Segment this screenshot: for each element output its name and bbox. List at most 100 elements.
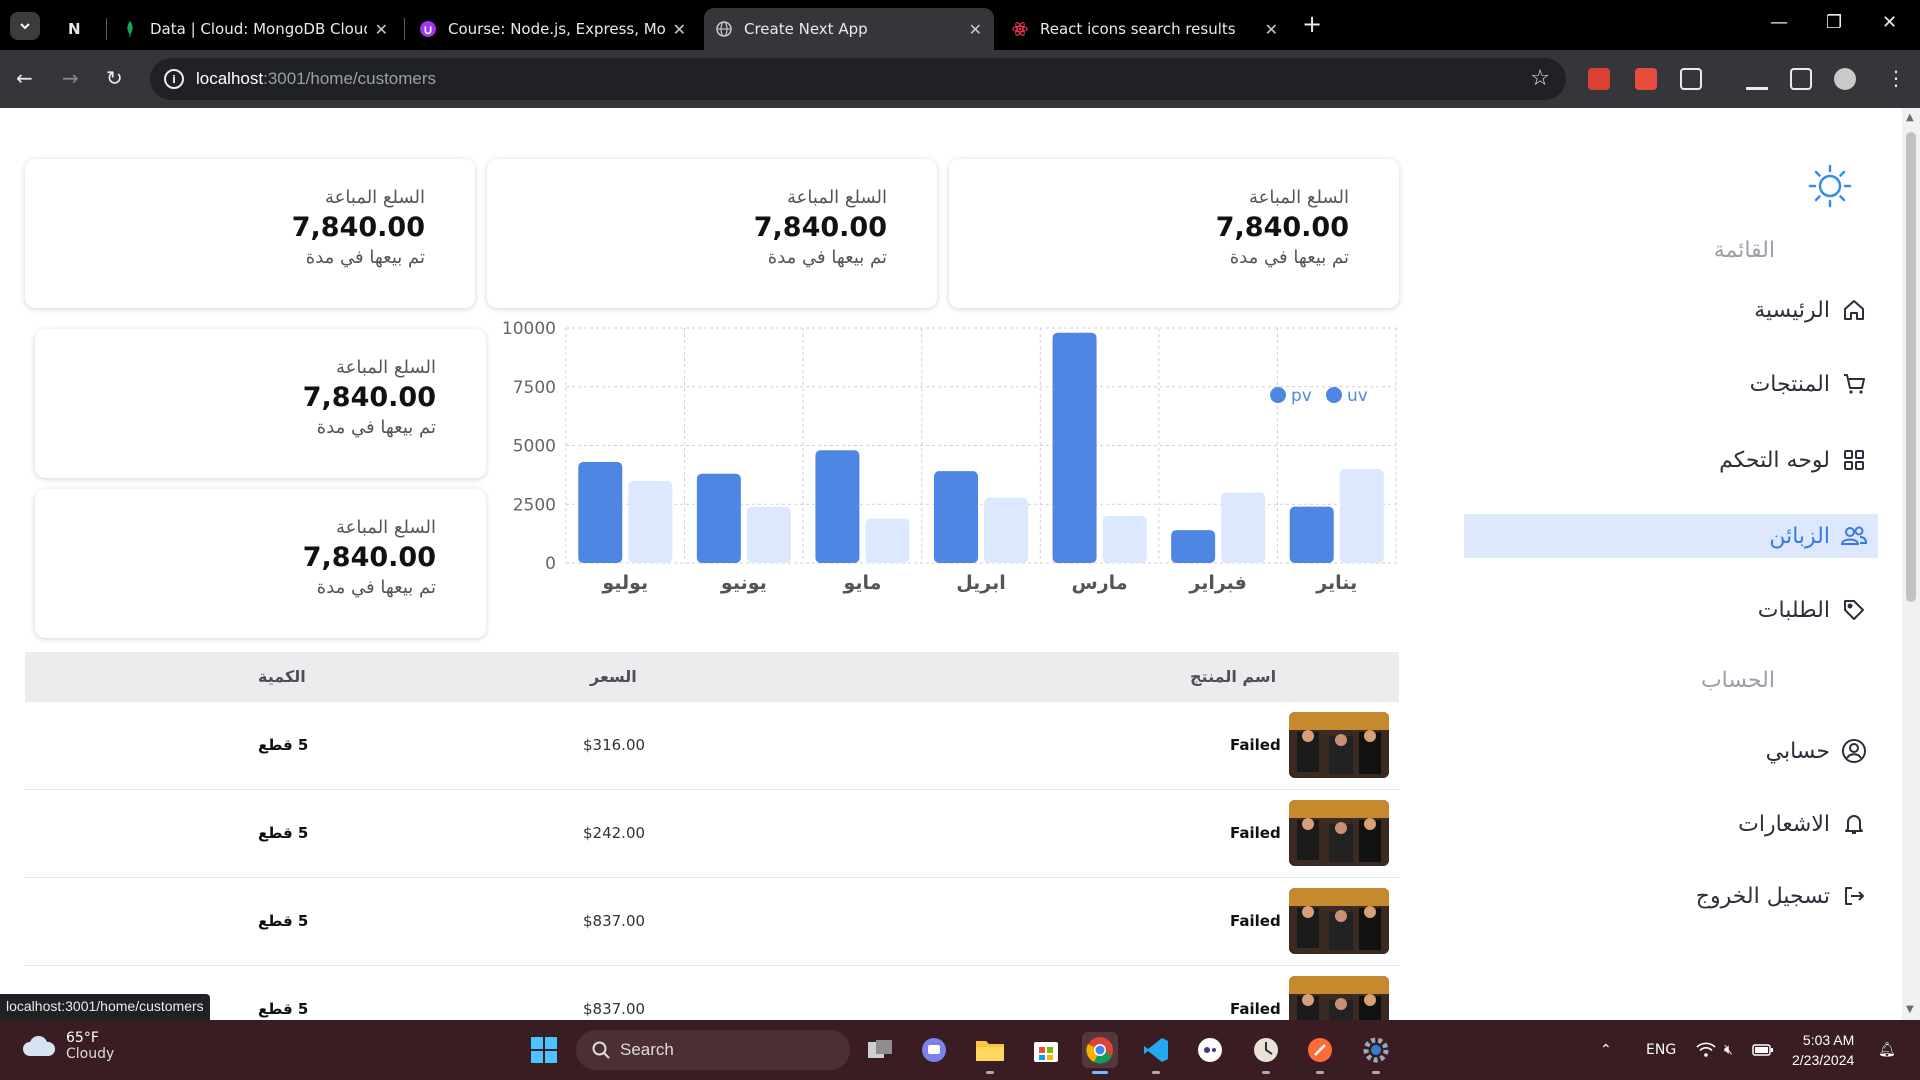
bar-uv <box>1339 469 1384 563</box>
sidebar-item-orders[interactable]: الطلبات <box>1464 588 1878 632</box>
bar-uv <box>628 480 673 563</box>
page-scrollbar[interactable]: ▲ ▼ <box>1902 108 1920 1020</box>
bar-uv <box>984 497 1028 563</box>
sidebar-item-logout[interactable]: تسجيل الخروج <box>1464 874 1878 918</box>
y-tick-label: 10000 <box>502 320 556 339</box>
vscode-icon[interactable] <box>1138 1032 1174 1074</box>
tab-title: Course: Node.js, Express, Mong <box>448 20 665 38</box>
tab-create-next-app[interactable]: Create Next App ✕ <box>704 8 994 50</box>
forward-icon[interactable]: → <box>62 66 79 90</box>
product-qty: 5 قطع <box>258 824 309 842</box>
table-row[interactable]: Failed $242.00 5 قطع <box>25 790 1399 878</box>
close-icon[interactable]: ✕ <box>969 20 982 39</box>
tab-mongodb[interactable]: Data | Cloud: MongoDB Cloud ✕ <box>110 8 400 50</box>
media-control-icon[interactable] <box>1746 68 1768 90</box>
tab-react-icons[interactable]: React icons search results ✕ <box>1000 8 1290 50</box>
reload-icon[interactable]: ↻ <box>106 66 123 90</box>
sidebar-item-my-account[interactable]: حسابي <box>1464 729 1878 773</box>
sidebar-item-home[interactable]: الرئيسية <box>1464 288 1878 332</box>
column-header-name: اسم المنتج <box>1190 667 1277 686</box>
menu-kebab-icon[interactable]: ⋮ <box>1886 66 1906 90</box>
notification-bell-icon[interactable]: 🔔︎ <box>1878 1020 1896 1080</box>
table-row[interactable]: Failed $837.00 5 قطع <box>25 966 1399 1020</box>
close-window-icon[interactable]: ✕ <box>1882 12 1897 33</box>
sidebar-item-customers[interactable]: الزبائن <box>1464 514 1878 558</box>
teams-chat-icon[interactable] <box>916 1032 952 1068</box>
windows-logo-icon <box>531 1037 557 1063</box>
new-tab-button[interactable]: + <box>1302 12 1322 36</box>
clock-app-icon[interactable] <box>1248 1032 1284 1074</box>
scroll-up-icon[interactable]: ▲ <box>1906 112 1914 123</box>
wifi-icon[interactable] <box>1696 1020 1716 1080</box>
legend-label: pv <box>1291 386 1312 406</box>
app-circle-icon[interactable] <box>1192 1032 1228 1068</box>
bar-uv <box>1221 492 1266 563</box>
stat-value: 7,840.00 <box>302 542 436 573</box>
profile-avatar[interactable] <box>1834 68 1856 90</box>
menu-heading: القائمة <box>1713 238 1775 263</box>
weather-widget[interactable]: 65°F Cloudy <box>22 1030 114 1062</box>
system-clock[interactable]: 5:03 AM 2/23/2024 <box>1792 1030 1854 1070</box>
clock-time: 5:03 AM <box>1802 1032 1855 1048</box>
tab-udemy[interactable]: Course: Node.js, Express, Mong ✕ <box>408 8 698 50</box>
url-text[interactable]: localhost:3001/home/customers <box>196 69 436 89</box>
product-qty: 5 قطع <box>258 1000 309 1018</box>
stat-card: السلع المباعة 7,840.00 تم بيعها في مدة <box>35 489 486 638</box>
mongodb-leaf-icon <box>122 21 138 37</box>
volume-muted-icon[interactable]: 🔇︎ <box>1724 1020 1733 1080</box>
sidebar-item-label: حسابي <box>1765 738 1830 764</box>
running-indicator <box>986 1071 994 1074</box>
tab-search-button[interactable] <box>10 12 40 40</box>
restore-icon[interactable]: ❐ <box>1826 12 1842 33</box>
table-row[interactable]: Failed $316.00 5 قطع <box>25 702 1399 790</box>
back-icon[interactable]: ← <box>16 66 33 90</box>
side-panel-icon[interactable] <box>1790 68 1812 90</box>
stat-card: السلع المباعة 7,840.00 تم بيعها في مدة <box>487 159 937 308</box>
task-view-icon[interactable] <box>862 1032 898 1068</box>
site-info-icon[interactable]: i <box>164 69 184 89</box>
settings-gear-icon[interactable] <box>1358 1032 1394 1074</box>
legend-label: uv <box>1347 386 1368 406</box>
stat-value: 7,840.00 <box>753 212 887 243</box>
stat-subtext: تم بيعها في مدة <box>305 247 425 268</box>
file-explorer-icon[interactable] <box>972 1032 1008 1074</box>
bar-uv <box>865 518 910 563</box>
bell-icon <box>1840 810 1868 838</box>
bookmark-star-icon[interactable]: ☆ <box>1530 66 1550 91</box>
table-row[interactable]: Failed $837.00 5 قطع <box>25 878 1399 966</box>
language-indicator[interactable]: ENG <box>1646 1020 1676 1080</box>
taskbar-search[interactable]: Search <box>576 1030 850 1070</box>
tray-overflow-icon[interactable]: ⌃ <box>1600 1020 1612 1080</box>
address-bar[interactable]: i localhost:3001/home/customers ☆ <box>150 58 1566 100</box>
close-icon[interactable]: ✕ <box>375 20 388 39</box>
battery-icon[interactable] <box>1752 1020 1774 1080</box>
tab-notion[interactable]: N <box>56 8 106 50</box>
bar-pv <box>815 450 860 563</box>
close-icon[interactable]: ✕ <box>673 20 686 39</box>
sidebar-item-notifications[interactable]: الاشعارات <box>1464 802 1878 846</box>
weather-text: Cloudy <box>66 1046 115 1062</box>
sidebar-item-products[interactable]: المنتجات <box>1464 362 1878 406</box>
stat-value: 7,840.00 <box>1215 212 1349 243</box>
table-header: اسم المنتج السعر الكمية <box>25 652 1399 702</box>
chrome-icon[interactable] <box>1082 1032 1118 1074</box>
tag-icon <box>1840 596 1868 624</box>
scroll-down-icon[interactable]: ▼ <box>1906 1004 1914 1015</box>
logout-icon <box>1840 882 1868 910</box>
search-placeholder: Search <box>620 1040 674 1059</box>
microsoft-store-icon[interactable] <box>1028 1032 1064 1068</box>
todoist-extension-icon[interactable] <box>1588 68 1610 90</box>
globe-icon <box>716 21 732 37</box>
minimize-icon[interactable]: — <box>1770 12 1788 33</box>
postman-icon[interactable] <box>1302 1032 1338 1074</box>
sidebar-item-dashboard[interactable]: لوحه التحكم <box>1464 438 1878 482</box>
sun-icon[interactable] <box>1808 164 1852 208</box>
dashboard-grid-icon <box>1840 446 1868 474</box>
scrollbar-thumb[interactable] <box>1906 132 1916 602</box>
close-icon[interactable]: ✕ <box>1265 20 1278 39</box>
extension-red-icon[interactable] <box>1635 68 1657 90</box>
link-status-bubble: localhost:3001/home/customers <box>0 994 210 1020</box>
start-button[interactable] <box>526 1032 562 1068</box>
y-tick-label: 0 <box>545 554 556 574</box>
extensions-puzzle-icon[interactable] <box>1680 68 1702 90</box>
